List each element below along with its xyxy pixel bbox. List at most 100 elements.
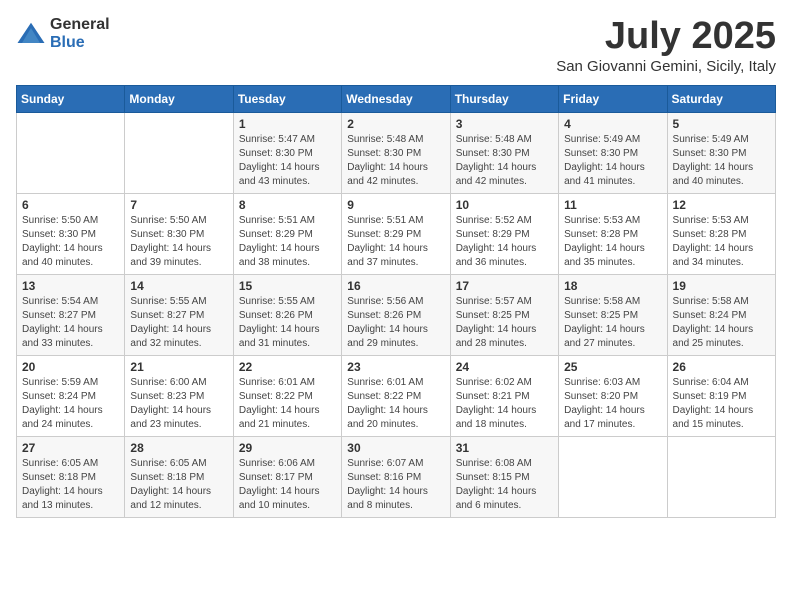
cell-content: Sunrise: 6:04 AM Sunset: 8:19 PM Dayligh…: [673, 376, 770, 432]
calendar-cell: [125, 112, 233, 193]
calendar-cell: 8 Sunrise: 5:51 AM Sunset: 8:29 PM Daylig…: [233, 193, 341, 274]
weekday-header-row: SundayMondayTuesdayWednesdayThursdayFrid…: [17, 85, 776, 112]
calendar-cell: 14 Sunrise: 5:55 AM Sunset: 8:27 PM Dayli…: [125, 274, 233, 355]
day-number: 9: [347, 198, 444, 212]
cell-content: Sunrise: 5:56 AM Sunset: 8:26 PM Dayligh…: [347, 295, 444, 351]
cell-content: Sunrise: 6:05 AM Sunset: 8:18 PM Dayligh…: [22, 457, 119, 513]
title-block: July 2025 San Giovanni Gemini, Sicily, I…: [556, 16, 776, 75]
calendar-week-row: 27 Sunrise: 6:05 AM Sunset: 8:18 PM Dayli…: [17, 436, 776, 517]
calendar-cell: 20Sunrise: 5:59 AM Sunset: 8:24 PM Dayli…: [17, 355, 125, 436]
day-number: 16: [347, 279, 444, 293]
logo-general-text: General: [50, 16, 110, 34]
cell-content: Sunrise: 6:07 AM Sunset: 8:16 PM Dayligh…: [347, 457, 444, 513]
day-number: 15: [239, 279, 336, 293]
calendar-week-row: 6 Sunrise: 5:50 AM Sunset: 8:30 PM Daylig…: [17, 193, 776, 274]
day-number: 8: [239, 198, 336, 212]
cell-content: Sunrise: 6:05 AM Sunset: 8:18 PM Dayligh…: [130, 457, 227, 513]
cell-content: Sunrise: 5:48 AM Sunset: 8:30 PM Dayligh…: [456, 133, 553, 189]
cell-content: Sunrise: 5:48 AM Sunset: 8:30 PM Dayligh…: [347, 133, 444, 189]
day-number: 22: [239, 360, 336, 374]
day-number: 25: [564, 360, 661, 374]
calendar-cell: 4 Sunrise: 5:49 AM Sunset: 8:30 PM Daylig…: [559, 112, 667, 193]
day-number: 1: [239, 117, 336, 131]
calendar-cell: 12Sunrise: 5:53 AM Sunset: 8:28 PM Dayli…: [667, 193, 775, 274]
cell-content: Sunrise: 5:49 AM Sunset: 8:30 PM Dayligh…: [564, 133, 661, 189]
calendar-cell: 5Sunrise: 5:49 AM Sunset: 8:30 PM Daylig…: [667, 112, 775, 193]
calendar-cell: 9Sunrise: 5:51 AM Sunset: 8:29 PM Daylig…: [342, 193, 450, 274]
cell-content: Sunrise: 6:01 AM Sunset: 8:22 PM Dayligh…: [239, 376, 336, 432]
cell-content: Sunrise: 5:50 AM Sunset: 8:30 PM Dayligh…: [22, 214, 119, 270]
day-number: 24: [456, 360, 553, 374]
calendar-cell: 15 Sunrise: 5:55 AM Sunset: 8:26 PM Dayli…: [233, 274, 341, 355]
calendar-cell: 22 Sunrise: 6:01 AM Sunset: 8:22 PM Dayli…: [233, 355, 341, 436]
day-number: 28: [130, 441, 227, 455]
calendar-week-row: 20Sunrise: 5:59 AM Sunset: 8:24 PM Dayli…: [17, 355, 776, 436]
calendar-cell: 13 Sunrise: 5:54 AM Sunset: 8:27 PM Dayli…: [17, 274, 125, 355]
calendar-cell: [559, 436, 667, 517]
logo-blue-text: Blue: [50, 34, 110, 52]
calendar-cell: 28 Sunrise: 6:05 AM Sunset: 8:18 PM Dayli…: [125, 436, 233, 517]
cell-content: Sunrise: 6:06 AM Sunset: 8:17 PM Dayligh…: [239, 457, 336, 513]
calendar-cell: 30 Sunrise: 6:07 AM Sunset: 8:16 PM Dayli…: [342, 436, 450, 517]
logo-icon: [16, 19, 46, 49]
day-number: 19: [673, 279, 770, 293]
day-number: 18: [564, 279, 661, 293]
calendar-week-row: 1 Sunrise: 5:47 AM Sunset: 8:30 PM Daylig…: [17, 112, 776, 193]
day-number: 6: [22, 198, 119, 212]
location-title: San Giovanni Gemini, Sicily, Italy: [556, 58, 776, 75]
cell-content: Sunrise: 5:50 AM Sunset: 8:30 PM Dayligh…: [130, 214, 227, 270]
day-number: 4: [564, 117, 661, 131]
cell-content: Sunrise: 6:00 AM Sunset: 8:23 PM Dayligh…: [130, 376, 227, 432]
weekday-header-monday: Monday: [125, 85, 233, 112]
day-number: 29: [239, 441, 336, 455]
calendar-cell: 19Sunrise: 5:58 AM Sunset: 8:24 PM Dayli…: [667, 274, 775, 355]
calendar-cell: 23Sunrise: 6:01 AM Sunset: 8:22 PM Dayli…: [342, 355, 450, 436]
cell-content: Sunrise: 6:08 AM Sunset: 8:15 PM Dayligh…: [456, 457, 553, 513]
day-number: 5: [673, 117, 770, 131]
calendar-cell: 31 Sunrise: 6:08 AM Sunset: 8:15 PM Dayli…: [450, 436, 558, 517]
calendar-week-row: 13 Sunrise: 5:54 AM Sunset: 8:27 PM Dayli…: [17, 274, 776, 355]
cell-content: Sunrise: 5:55 AM Sunset: 8:26 PM Dayligh…: [239, 295, 336, 351]
cell-content: Sunrise: 5:53 AM Sunset: 8:28 PM Dayligh…: [564, 214, 661, 270]
calendar-table: SundayMondayTuesdayWednesdayThursdayFrid…: [16, 85, 776, 518]
calendar-cell: 2Sunrise: 5:48 AM Sunset: 8:30 PM Daylig…: [342, 112, 450, 193]
calendar-cell: 18 Sunrise: 5:58 AM Sunset: 8:25 PM Dayli…: [559, 274, 667, 355]
calendar-cell: 16 Sunrise: 5:56 AM Sunset: 8:26 PM Dayli…: [342, 274, 450, 355]
cell-content: Sunrise: 5:47 AM Sunset: 8:30 PM Dayligh…: [239, 133, 336, 189]
day-number: 23: [347, 360, 444, 374]
calendar-cell: 24 Sunrise: 6:02 AM Sunset: 8:21 PM Dayli…: [450, 355, 558, 436]
day-number: 13: [22, 279, 119, 293]
cell-content: Sunrise: 5:58 AM Sunset: 8:25 PM Dayligh…: [564, 295, 661, 351]
calendar-cell: 3Sunrise: 5:48 AM Sunset: 8:30 PM Daylig…: [450, 112, 558, 193]
calendar-cell: 21 Sunrise: 6:00 AM Sunset: 8:23 PM Dayli…: [125, 355, 233, 436]
calendar-cell: 7 Sunrise: 5:50 AM Sunset: 8:30 PM Daylig…: [125, 193, 233, 274]
cell-content: Sunrise: 5:54 AM Sunset: 8:27 PM Dayligh…: [22, 295, 119, 351]
calendar-cell: 26 Sunrise: 6:04 AM Sunset: 8:19 PM Dayli…: [667, 355, 775, 436]
weekday-header-friday: Friday: [559, 85, 667, 112]
logo: General Blue: [16, 16, 110, 51]
calendar-cell: 10Sunrise: 5:52 AM Sunset: 8:29 PM Dayli…: [450, 193, 558, 274]
weekday-header-tuesday: Tuesday: [233, 85, 341, 112]
day-number: 12: [673, 198, 770, 212]
calendar-cell: 17Sunrise: 5:57 AM Sunset: 8:25 PM Dayli…: [450, 274, 558, 355]
day-number: 7: [130, 198, 227, 212]
cell-content: Sunrise: 6:02 AM Sunset: 8:21 PM Dayligh…: [456, 376, 553, 432]
weekday-header-wednesday: Wednesday: [342, 85, 450, 112]
calendar-cell: 6 Sunrise: 5:50 AM Sunset: 8:30 PM Daylig…: [17, 193, 125, 274]
calendar-cell: 25 Sunrise: 6:03 AM Sunset: 8:20 PM Dayli…: [559, 355, 667, 436]
calendar-cell: [667, 436, 775, 517]
calendar-cell: 1 Sunrise: 5:47 AM Sunset: 8:30 PM Daylig…: [233, 112, 341, 193]
day-number: 11: [564, 198, 661, 212]
cell-content: Sunrise: 5:55 AM Sunset: 8:27 PM Dayligh…: [130, 295, 227, 351]
day-number: 27: [22, 441, 119, 455]
day-number: 21: [130, 360, 227, 374]
calendar-cell: 11 Sunrise: 5:53 AM Sunset: 8:28 PM Dayli…: [559, 193, 667, 274]
day-number: 14: [130, 279, 227, 293]
day-number: 26: [673, 360, 770, 374]
logo-text: General Blue: [50, 16, 110, 51]
cell-content: Sunrise: 5:51 AM Sunset: 8:29 PM Dayligh…: [239, 214, 336, 270]
cell-content: Sunrise: 6:03 AM Sunset: 8:20 PM Dayligh…: [564, 376, 661, 432]
day-number: 30: [347, 441, 444, 455]
calendar-cell: 27 Sunrise: 6:05 AM Sunset: 8:18 PM Dayli…: [17, 436, 125, 517]
day-number: 31: [456, 441, 553, 455]
